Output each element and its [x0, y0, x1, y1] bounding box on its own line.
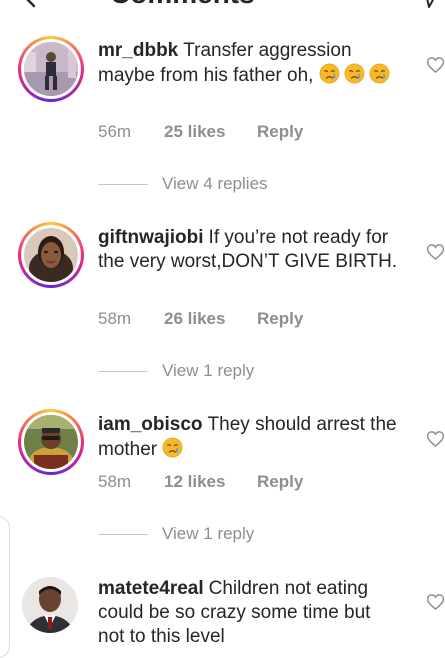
comment-meta: 56m 25 likes Reply [98, 122, 303, 142]
comment-text: matete4real Children not eating could be … [98, 577, 398, 649]
avatar[interactable] [18, 409, 84, 475]
comment-likes[interactable]: 12 likes [164, 472, 257, 492]
view-replies-label: View 1 reply [162, 524, 255, 543]
comment-text: giftnwajiobi If you’re not ready for the … [98, 226, 398, 274]
comment-username[interactable]: matete4real [98, 578, 204, 599]
like-heart-icon[interactable] [426, 56, 445, 74]
comment-username[interactable]: iam_obisco [98, 414, 203, 435]
crying-face-emoji [344, 63, 365, 84]
like-heart-icon[interactable] [426, 243, 445, 261]
comment-meta: 58m 12 likes Reply [98, 472, 303, 492]
crying-face-emoji [369, 63, 390, 84]
replies-divider [98, 184, 148, 186]
avatar[interactable] [22, 577, 78, 633]
view-replies-button[interactable]: View 4 replies [98, 174, 268, 194]
send-icon[interactable] [418, 0, 442, 10]
view-replies-button[interactable]: View 1 reply [98, 524, 254, 544]
crying-face-emoji [319, 63, 340, 84]
like-heart-icon[interactable] [426, 593, 445, 611]
comment-meta: 58m 26 likes Reply [98, 309, 303, 329]
crying-face-emoji [162, 437, 183, 458]
comment-text: mr_dbbk Transfer aggression maybe from hi… [98, 39, 398, 88]
comment-time: 56m [98, 122, 132, 141]
view-replies-label: View 4 replies [162, 174, 268, 193]
comment-username[interactable]: giftnwajiobi [98, 227, 204, 248]
comment-likes[interactable]: 26 likes [164, 309, 257, 329]
comment-time: 58m [98, 472, 132, 491]
view-replies-button[interactable]: View 1 reply [98, 361, 254, 381]
comment-text: iam_obisco They should arrest the mother [98, 413, 398, 462]
like-heart-icon[interactable] [426, 430, 445, 448]
avatar[interactable] [18, 222, 84, 288]
reply-button[interactable]: Reply [257, 122, 303, 142]
view-replies-label: View 1 reply [162, 361, 255, 380]
replies-divider [98, 534, 148, 536]
replies-divider [98, 371, 148, 373]
avatar[interactable] [18, 36, 84, 102]
comment-likes[interactable]: 25 likes [164, 122, 257, 142]
back-arrow-icon[interactable] [20, 0, 44, 10]
reply-button[interactable]: Reply [257, 472, 303, 492]
reply-button[interactable]: Reply [257, 309, 303, 329]
comment-username[interactable]: mr_dbbk [98, 40, 178, 61]
background-sheet-edge [0, 516, 10, 658]
comments-header: Comments [0, 0, 445, 14]
page-title: Comments [110, 0, 255, 10]
comment-time: 58m [98, 309, 132, 328]
